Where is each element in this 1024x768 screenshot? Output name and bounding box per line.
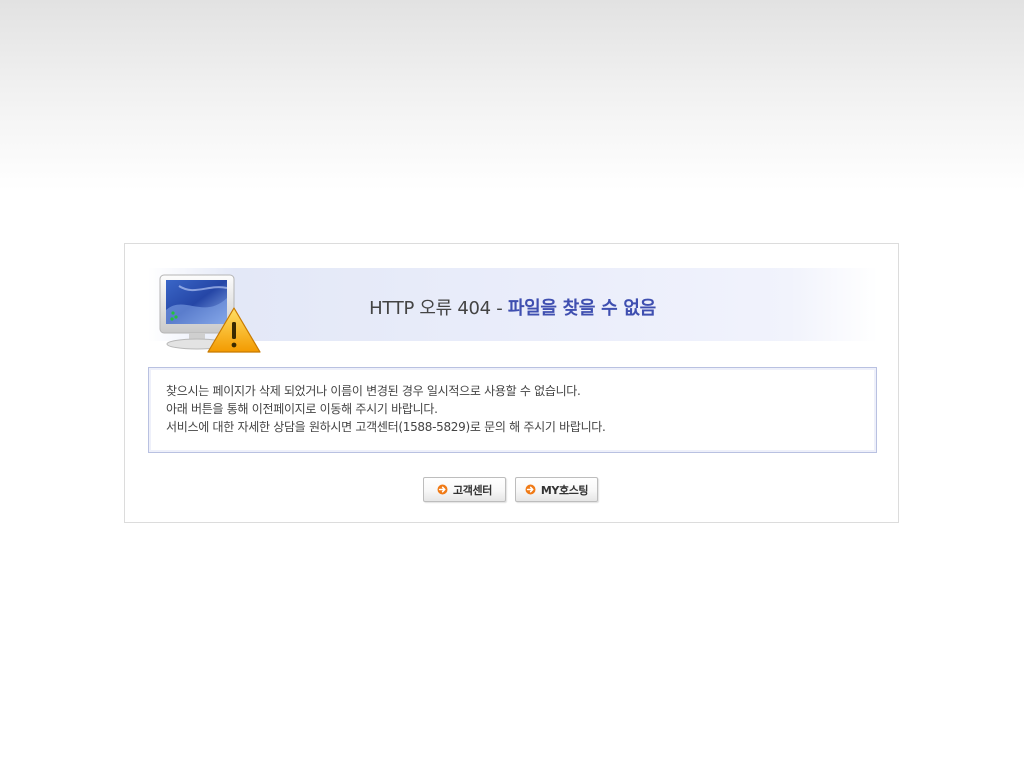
error-panel: HTTP 오류 404 - 파일을 찾을 수 없음 찾으시는 페이지가 삭제 되…: [124, 243, 899, 523]
orange-arrow-icon: [437, 484, 448, 495]
message-line: 서비스에 대한 자세한 상담을 원하시면 고객센터(1588-5829)로 문의…: [166, 420, 606, 434]
my-hosting-label: MY호스팅: [540, 483, 589, 497]
error-description-text: 파일을 찾을 수 없음: [507, 298, 656, 319]
error-code-text: HTTP 오류 404 -: [369, 298, 508, 319]
customer-center-button[interactable]: 고객센터: [423, 477, 506, 502]
error-title: HTTP 오류 404 - 파일을 찾을 수 없음: [125, 294, 900, 320]
message-box: 찾으시는 페이지가 삭제 되었거나 이름이 변경된 경우 일시적으로 사용할 수…: [148, 367, 877, 453]
customer-center-label: 고객센터: [453, 483, 492, 497]
orange-arrow-icon: [525, 484, 536, 495]
message-line: 찾으시는 페이지가 삭제 되었거나 이름이 변경된 경우 일시적으로 사용할 수…: [166, 384, 581, 398]
message-line: 아래 버튼을 통해 이전페이지로 이동해 주시기 바랍니다.: [166, 402, 438, 416]
error-page: { "error": { "title_code": "HTTP 오류 404 …: [0, 0, 1024, 768]
my-hosting-button[interactable]: MY호스팅: [515, 477, 598, 502]
